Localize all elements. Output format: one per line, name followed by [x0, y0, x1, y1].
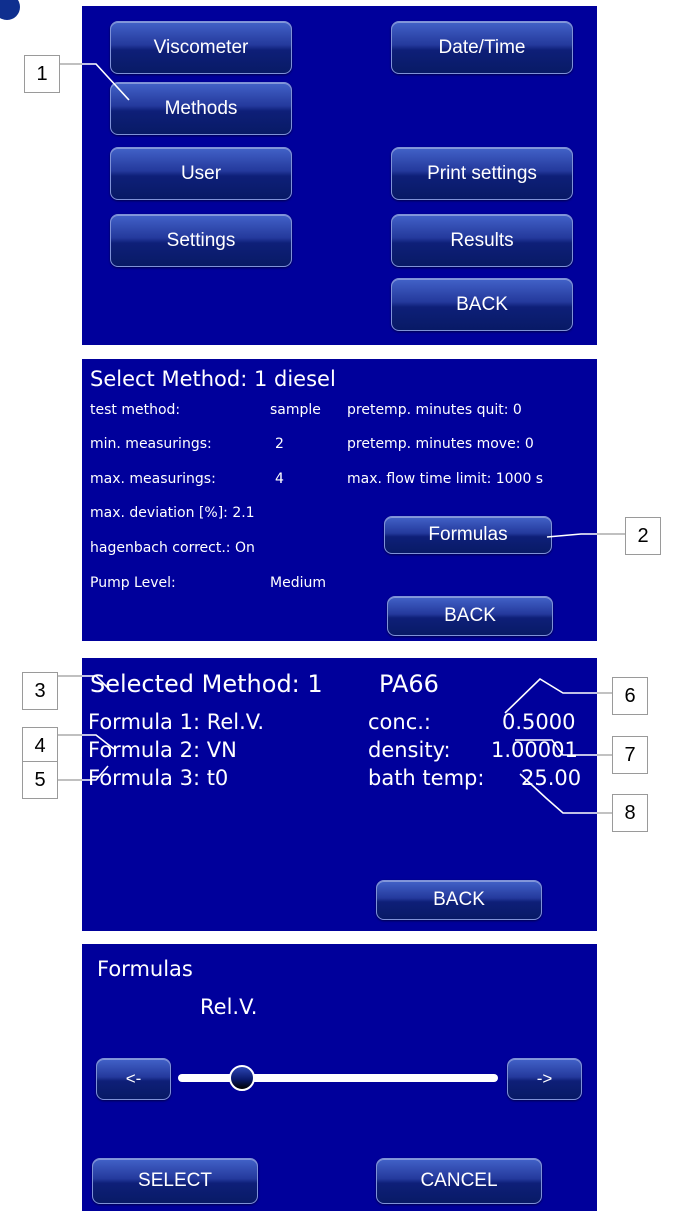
- callout-8: 8: [612, 794, 648, 832]
- back-button[interactable]: BACK: [387, 596, 553, 636]
- callout-7: 7: [612, 736, 648, 774]
- row-label: max. deviation [%]: 2.1: [90, 505, 255, 521]
- row-label: test method:: [90, 402, 181, 418]
- conc-value: 0.5000: [502, 710, 576, 734]
- formulas-panel: Formulas Rel.V. <- -> SELECT CANCEL: [82, 944, 597, 1211]
- settings-button[interactable]: Settings: [110, 214, 292, 267]
- date-time-button[interactable]: Date/Time: [391, 21, 573, 74]
- callout-4: 4: [22, 727, 58, 765]
- row-value: 4: [275, 471, 284, 487]
- row-label: min. measurings:: [90, 436, 212, 452]
- main-menu-panel: Viscometer Date/Time Methods User Print …: [82, 6, 597, 345]
- callout-6: 6: [612, 677, 648, 715]
- conc-label: conc.:: [368, 710, 431, 734]
- callout-5: 5: [22, 761, 58, 799]
- row-value: Medium: [270, 575, 326, 591]
- row-label: hagenbach correct.: On: [90, 540, 255, 556]
- slider-value-label: Rel.V.: [200, 995, 258, 1019]
- prev-formula-button[interactable]: <-: [96, 1058, 171, 1100]
- viscometer-button[interactable]: Viscometer: [110, 21, 292, 74]
- formula-3-text: Formula 3: t0: [88, 766, 229, 790]
- logo-mark: [0, 0, 20, 20]
- pretemp-quit-text: pretemp. minutes quit: 0: [347, 402, 522, 418]
- results-button[interactable]: Results: [391, 214, 573, 267]
- formula-1-text: Formula 1: Rel.V.: [88, 710, 265, 734]
- back-button[interactable]: BACK: [391, 278, 573, 331]
- selected-method-title: Selected Method: 1: [90, 670, 323, 698]
- select-method-panel: Select Method: 1 diesel test method: sam…: [82, 359, 597, 641]
- row-label: Pump Level:: [90, 575, 176, 591]
- density-label: density:: [368, 738, 451, 762]
- formula-slider-track[interactable]: [178, 1074, 498, 1082]
- formulas-title: Formulas: [97, 957, 193, 981]
- formulas-button[interactable]: Formulas: [384, 516, 552, 554]
- density-value: 1.00001: [491, 738, 578, 762]
- back-button[interactable]: BACK: [376, 880, 542, 920]
- callout-2: 2: [625, 517, 661, 555]
- pretemp-move-text: pretemp. minutes move: 0: [347, 436, 534, 452]
- method-name: PA66: [379, 670, 439, 698]
- row-value: sample: [270, 402, 321, 418]
- callout-3: 3: [22, 672, 58, 710]
- user-button[interactable]: User: [110, 147, 292, 200]
- cancel-button[interactable]: CANCEL: [376, 1158, 542, 1204]
- formula-2-text: Formula 2: VN: [88, 738, 237, 762]
- flow-time-limit-text: max. flow time limit: 1000 s: [347, 471, 544, 487]
- row-value: 2: [275, 436, 284, 452]
- callout-1: 1: [24, 55, 60, 93]
- select-button[interactable]: SELECT: [92, 1158, 258, 1204]
- formula-slider-knob[interactable]: [229, 1065, 255, 1091]
- row-label: max. measurings:: [90, 471, 216, 487]
- bath-temp-value: 25.00: [521, 766, 582, 790]
- select-method-title: Select Method: 1 diesel: [90, 367, 336, 391]
- bath-temp-label: bath temp:: [368, 766, 485, 790]
- print-settings-button[interactable]: Print settings: [391, 147, 573, 200]
- methods-button[interactable]: Methods: [110, 82, 292, 135]
- selected-method-panel: Selected Method: 1 PA66 Formula 1: Rel.V…: [82, 658, 597, 931]
- next-formula-button[interactable]: ->: [507, 1058, 582, 1100]
